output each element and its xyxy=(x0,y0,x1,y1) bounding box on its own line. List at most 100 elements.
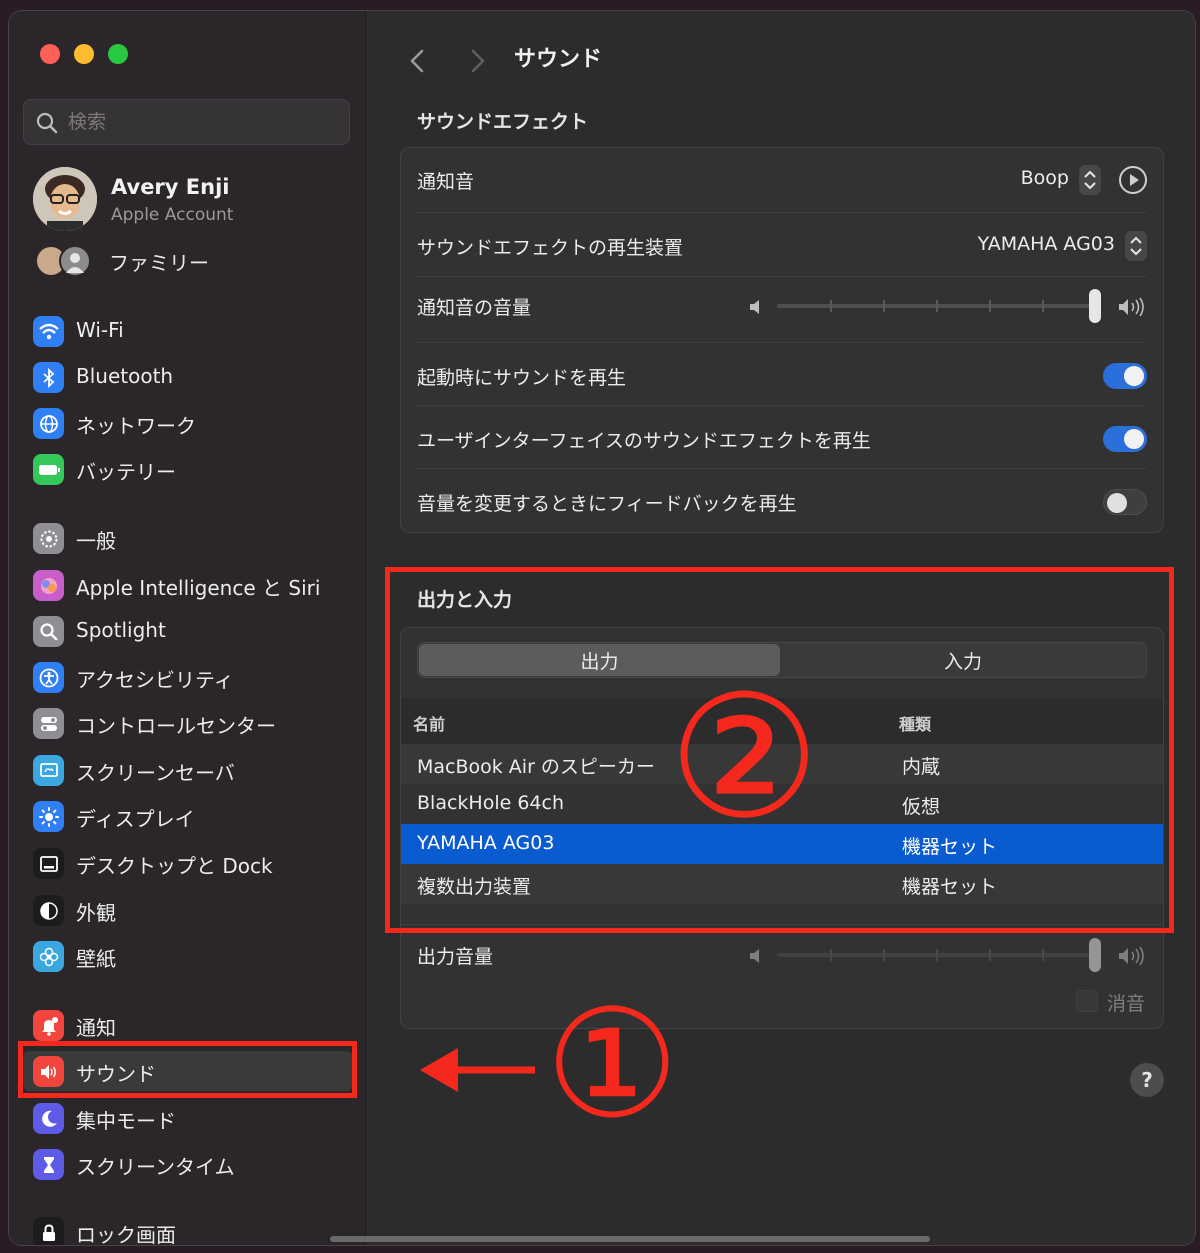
sidebar-item-label: Spotlight xyxy=(76,618,166,642)
alert-volume-slider[interactable] xyxy=(747,289,1147,323)
control-center-icon xyxy=(33,708,64,739)
output-volume-slider[interactable] xyxy=(747,938,1147,972)
startup-sound-toggle[interactable] xyxy=(1103,363,1147,389)
effects-output-value[interactable]: YAMAHA AG03 xyxy=(978,233,1115,255)
sidebar-item-label: 通知 xyxy=(76,1016,116,1040)
sidebar-item-label: 集中モード xyxy=(76,1109,176,1133)
effects-output-row: サウンドエフェクトの再生装置 YAMAHA AG03 xyxy=(417,213,1147,277)
apple-account-row[interactable]: Avery Enji Apple Account xyxy=(33,167,353,233)
slider-tick xyxy=(1042,300,1044,312)
search-input[interactable] xyxy=(68,106,338,138)
sidebar-item-bell[interactable]: 通知 xyxy=(23,1005,353,1045)
alert-volume-label: 通知音の音量 xyxy=(417,297,532,319)
forward-chevron-icon[interactable] xyxy=(463,43,493,79)
sidebar-item-control-center[interactable]: コントロールセンター xyxy=(23,703,353,743)
search-icon xyxy=(36,112,58,134)
slider-tick xyxy=(989,300,991,312)
tab-input[interactable]: 入力 xyxy=(782,644,1144,676)
help-button[interactable]: ? xyxy=(1130,1063,1164,1097)
sidebar-item-sun[interactable]: ディスプレイ xyxy=(23,796,353,836)
device-type: 機器セット xyxy=(902,876,998,898)
sidebar-item-speaker[interactable]: サウンド xyxy=(23,1051,353,1091)
slider-tick xyxy=(936,300,938,312)
sidebar-item-gear[interactable]: 一般 xyxy=(23,518,353,558)
sidebar: Avery Enji Apple Account ファミリー Wi-Fi Blue… xyxy=(9,11,366,1245)
column-header-type[interactable]: 種類 xyxy=(899,711,931,735)
play-icon xyxy=(1130,174,1139,186)
sidebar-item-accessibility[interactable]: アクセシビリティ xyxy=(23,657,353,697)
hourglass-icon xyxy=(33,1149,64,1180)
screensaver-icon xyxy=(33,755,64,786)
siri-icon xyxy=(33,570,64,601)
slider-tick xyxy=(830,949,832,961)
flower-icon xyxy=(33,941,64,972)
sidebar-item-screensaver[interactable]: スクリーンセーバ xyxy=(23,750,353,790)
effects-output-stepper[interactable] xyxy=(1125,231,1147,261)
output-volume-track xyxy=(777,953,1101,957)
sidebar-item-label: スクリーンタイム xyxy=(76,1155,235,1179)
ui-sound-label: ユーザインターフェイスのサウンドエフェクトを再生 xyxy=(417,430,871,452)
sidebar-item-battery[interactable]: バッテリー xyxy=(23,449,353,489)
zoom-window-button[interactable] xyxy=(108,44,128,64)
lock-icon xyxy=(33,1217,64,1245)
alert-sound-stepper[interactable] xyxy=(1079,165,1101,195)
chevron-updown-icon xyxy=(1130,236,1142,256)
toggle-knob xyxy=(1124,366,1144,386)
feedback-toggle[interactable] xyxy=(1103,489,1147,515)
avatar xyxy=(33,167,97,231)
magnifier-icon xyxy=(33,616,64,647)
sound-effects-card: 通知音 Boop サウンドエフェクトの再生装置 YAMAHA AG03 通知音の… xyxy=(400,147,1164,533)
output-volume-thumb[interactable] xyxy=(1089,938,1101,972)
alert-sound-value[interactable]: Boop xyxy=(1021,167,1069,189)
sidebar-item-hourglass[interactable]: スクリーンタイム xyxy=(23,1144,353,1184)
sidebar-item-appearance[interactable]: 外観 xyxy=(23,890,353,930)
device-name: BlackHole 64ch xyxy=(417,792,564,814)
play-alert-sound-button[interactable] xyxy=(1119,166,1147,194)
toggle-knob xyxy=(1124,429,1144,449)
ui-sound-toggle[interactable] xyxy=(1103,426,1147,452)
alert-volume-track xyxy=(777,304,1101,308)
sidebar-item-label: アクセシビリティ xyxy=(76,668,234,692)
sidebar-item-moon[interactable]: 集中モード xyxy=(23,1098,353,1138)
slider-tick xyxy=(830,300,832,312)
sidebar-item-globe[interactable]: ネットワーク xyxy=(23,403,353,443)
sidebar-item-bluetooth[interactable]: Bluetooth xyxy=(23,357,353,397)
sidebar-item-flower[interactable]: 壁紙 xyxy=(23,936,353,976)
effects-output-label: サウンドエフェクトの再生装置 xyxy=(417,237,684,259)
globe-icon xyxy=(33,408,64,439)
sidebar-item-wifi[interactable]: Wi-Fi xyxy=(23,311,353,351)
family-row[interactable]: ファミリー xyxy=(33,243,353,281)
column-header-name[interactable]: 名前 xyxy=(413,711,445,735)
speaker-low-icon xyxy=(750,949,759,963)
close-window-button[interactable] xyxy=(40,44,60,64)
alert-volume-thumb[interactable] xyxy=(1089,289,1101,323)
search-field[interactable] xyxy=(23,99,350,145)
battery-icon xyxy=(33,454,64,485)
sidebar-item-siri[interactable]: Apple Intelligence と Siri xyxy=(23,565,353,605)
minimize-window-button[interactable] xyxy=(74,44,94,64)
horizontal-scrollbar[interactable] xyxy=(330,1236,930,1242)
startup-sound-label: 起動時にサウンドを再生 xyxy=(417,367,627,389)
toggle-knob xyxy=(1107,493,1127,513)
alert-sound-row: 通知音 Boop xyxy=(417,148,1147,213)
speaker-low-icon xyxy=(750,300,759,314)
sidebar-item-dock[interactable]: デスクトップと Dock xyxy=(23,843,353,883)
sidebar-item-label: 一般 xyxy=(76,529,116,553)
slider-tick xyxy=(883,949,885,961)
family-label: ファミリー xyxy=(109,251,209,275)
device-name: 複数出力装置 xyxy=(417,876,532,898)
bell-icon xyxy=(33,1010,64,1041)
moon-icon xyxy=(33,1103,64,1134)
sidebar-item-magnifier[interactable]: Spotlight xyxy=(23,611,353,651)
speaker-icon xyxy=(33,1056,64,1087)
gear-icon xyxy=(33,523,64,554)
sidebar-item-lock[interactable]: ロック画面 xyxy=(23,1212,353,1245)
mute-checkbox[interactable] xyxy=(1076,990,1098,1012)
slider-tick xyxy=(936,949,938,961)
speaker-high-icon xyxy=(1119,297,1144,317)
table-row[interactable]: 複数出力装置 機器セット xyxy=(401,864,1163,904)
sidebar-item-label: ネットワーク xyxy=(76,414,196,438)
back-chevron-icon[interactable] xyxy=(402,43,432,79)
sidebar-item-label: 壁紙 xyxy=(76,947,116,971)
chevron-updown-icon xyxy=(1084,170,1096,190)
